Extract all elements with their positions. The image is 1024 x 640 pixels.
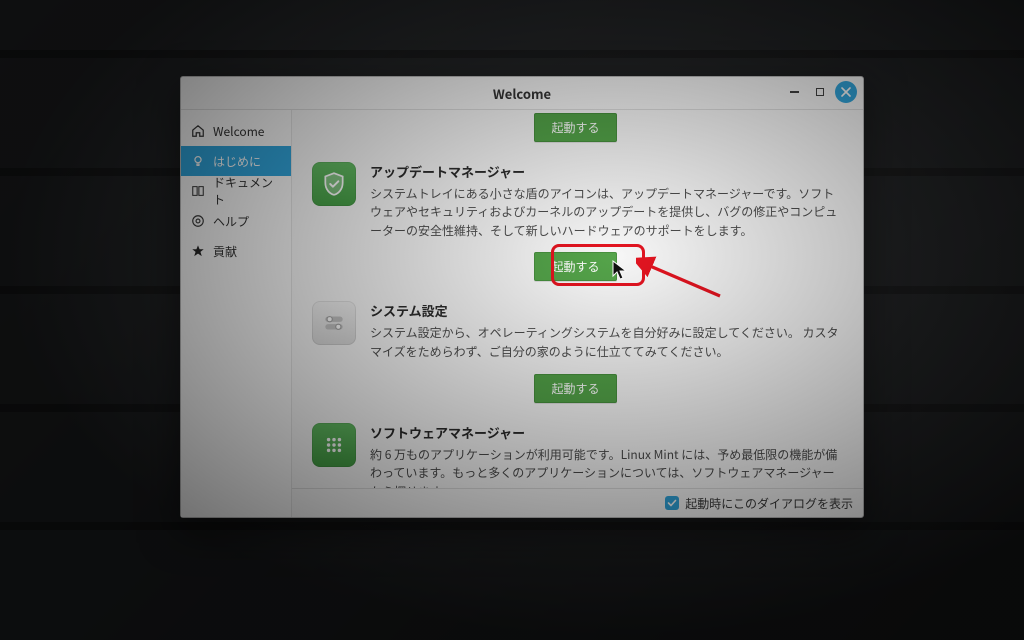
window-controls xyxy=(783,81,857,103)
launch-row-previous: 起動する xyxy=(292,113,859,142)
maximize-button[interactable] xyxy=(809,81,831,103)
content-pane: きます。 起動する アップデートマネージャー xyxy=(292,110,863,517)
launch-button-previous[interactable]: 起動する xyxy=(534,113,616,142)
minimize-button[interactable] xyxy=(783,81,805,103)
launch-button-settings[interactable]: 起動する xyxy=(534,374,616,403)
section-system-settings: システム設定 システム設定から、オペレーティングシステムを自分好みに設定してくだ… xyxy=(292,287,859,367)
sidebar-item-first-steps[interactable]: はじめに xyxy=(181,146,291,176)
show-on-startup-checkbox[interactable] xyxy=(665,496,679,510)
sidebar: Welcome はじめに ドキュメント xyxy=(181,110,292,517)
sidebar-item-label: はじめに xyxy=(213,153,261,170)
sidebar-item-help[interactable]: ヘルプ xyxy=(181,206,291,236)
section-title: ソフトウェアマネージャー xyxy=(370,423,839,442)
star-icon xyxy=(191,244,205,258)
window-title: Welcome xyxy=(493,84,551,103)
sidebar-item-label: Welcome xyxy=(213,123,264,140)
section-update-manager: アップデートマネージャー システムトレイにある小さな盾のアイコンは、アップデート… xyxy=(292,148,859,247)
section-desc: システムトレイにある小さな盾のアイコンは、アップデートマネージャーです。ソフトウ… xyxy=(370,185,839,241)
home-icon xyxy=(191,124,205,138)
launch-row-settings: 起動する xyxy=(292,374,859,403)
section-title: システム設定 xyxy=(370,301,839,320)
footer-bar: 起動時にこのダイアログを表示 xyxy=(292,488,863,517)
shield-icon xyxy=(312,162,356,206)
book-icon xyxy=(191,184,205,198)
titlebar: Welcome xyxy=(181,77,863,110)
scroll-area[interactable]: きます。 起動する アップデートマネージャー xyxy=(292,110,863,488)
help-icon xyxy=(191,214,205,228)
window-body: Welcome はじめに ドキュメント xyxy=(181,110,863,517)
launch-row-update: 起動する xyxy=(292,252,859,281)
sidebar-item-welcome[interactable]: Welcome xyxy=(181,116,291,146)
sidebar-item-label: 貢献 xyxy=(213,243,237,260)
sidebar-item-label: ドキュメント xyxy=(213,174,281,208)
section-title: アップデートマネージャー xyxy=(370,162,839,181)
section-desc: 約 6 万ものアプリケーションが利用可能です。Linux Mint には、予め最… xyxy=(370,446,839,488)
toggles-icon xyxy=(312,301,356,345)
close-button[interactable] xyxy=(835,81,857,103)
section-software-manager: ソフトウェアマネージャー 約 6 万ものアプリケーションが利用可能です。Linu… xyxy=(292,409,859,488)
scroll-inner: きます。 起動する アップデートマネージャー xyxy=(292,110,863,488)
sidebar-item-contribute[interactable]: 貢献 xyxy=(181,236,291,266)
lightbulb-icon xyxy=(191,154,205,168)
show-on-startup-label: 起動時にこのダイアログを表示 xyxy=(685,495,853,512)
app-grid-icon xyxy=(312,423,356,467)
welcome-window: Welcome Welcome xyxy=(180,76,864,518)
sidebar-item-documentation[interactable]: ドキュメント xyxy=(181,176,291,206)
launch-button-update[interactable]: 起動する xyxy=(534,252,616,281)
desktop-background: Welcome Welcome xyxy=(0,0,1024,640)
sidebar-item-label: ヘルプ xyxy=(213,213,249,230)
section-desc: システム設定から、オペレーティングシステムを自分好みに設定してください。 カスタ… xyxy=(370,324,839,361)
